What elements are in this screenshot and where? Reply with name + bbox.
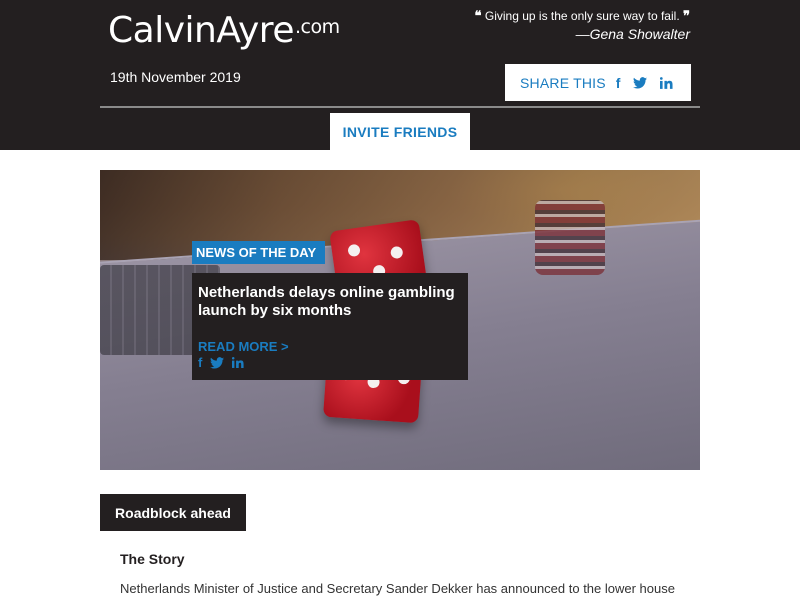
section-label: Roadblock ahead xyxy=(100,494,246,531)
news-card: Netherlands delays online gambling launc… xyxy=(192,273,468,380)
hero-background-chips xyxy=(535,200,605,275)
linkedin-icon[interactable] xyxy=(660,76,673,89)
logo-suffix: .com xyxy=(294,16,340,38)
quote-author: —Gena Showalter xyxy=(575,26,690,42)
read-more-link[interactable]: READ MORE > xyxy=(198,339,462,354)
close-quote-icon: ❞ xyxy=(683,9,690,24)
email-header: CalvinAyre.com ❝ Giving up is the only s… xyxy=(0,0,800,150)
twitter-icon[interactable] xyxy=(210,356,225,369)
logo-text: CalvinAyre xyxy=(108,10,294,51)
card-share-icons: f xyxy=(198,356,462,369)
header-divider xyxy=(100,106,700,108)
share-icons: f xyxy=(616,76,674,90)
open-quote-icon: ❝ xyxy=(474,9,482,24)
share-this-box: SHARE THIS f xyxy=(505,64,691,101)
share-label: SHARE THIS xyxy=(520,74,606,91)
die-pip xyxy=(347,243,361,258)
story-text: Netherlands Minister of Justice and Secr… xyxy=(120,581,675,596)
news-of-the-day-tag: NEWS OF THE DAY xyxy=(192,241,326,264)
quote-line: ❝ Giving up is the only sure way to fail… xyxy=(475,9,690,24)
story-heading: The Story xyxy=(120,551,185,567)
linkedin-icon[interactable] xyxy=(232,357,244,368)
news-headline[interactable]: Netherlands delays online gambling launc… xyxy=(198,284,462,320)
calvinayre-logo[interactable]: CalvinAyre.com xyxy=(108,10,340,51)
invite-friends-button[interactable]: INVITE FRIENDS xyxy=(330,113,470,150)
facebook-icon[interactable]: f xyxy=(198,356,202,369)
facebook-icon[interactable]: f xyxy=(616,76,621,90)
quote-block: ❝ Giving up is the only sure way to fail… xyxy=(475,9,690,42)
twitter-icon[interactable] xyxy=(633,76,648,89)
die-pip xyxy=(389,245,404,260)
quote-text: Giving up is the only sure way to fail. xyxy=(484,9,680,23)
issue-date: 19th November 2019 xyxy=(110,69,241,85)
